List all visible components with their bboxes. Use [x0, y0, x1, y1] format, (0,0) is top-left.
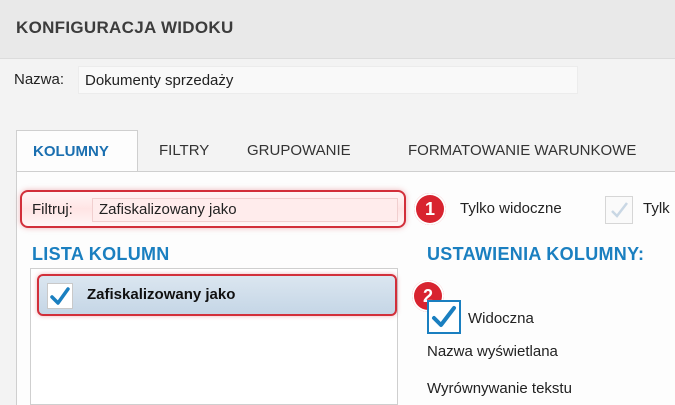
window-title: KONFIGURACJA WIDOKU — [16, 18, 234, 37]
second-option-label[interactable]: Tylk — [643, 200, 670, 217]
columns-list-heading: LISTA KOLUMN — [32, 244, 170, 264]
list-item-checkbox[interactable] — [47, 283, 73, 309]
second-option-checkbox[interactable] — [605, 196, 633, 224]
list-item[interactable]: Zafiskalizowany jako — [37, 274, 397, 316]
title-bar: KONFIGURACJA WIDOKU — [0, 0, 675, 59]
tab-bar: KOLUMNY FILTRY GRUPOWANIE FORMATOWANIE W… — [16, 130, 675, 172]
tab-formatowanie-warunkowe[interactable]: FORMATOWANIE WARUNKOWE — [408, 130, 636, 172]
only-visible-label[interactable]: Tylko widoczne — [460, 200, 562, 217]
name-input[interactable]: Dokumenty sprzedaży — [78, 66, 578, 94]
filter-row: Filtruj: Zafiskalizowany jako Tylko wido… — [0, 190, 675, 230]
filter-label: Filtruj: — [32, 201, 73, 218]
visible-checkbox[interactable] — [427, 300, 461, 334]
list-item-label: Zafiskalizowany jako — [87, 286, 236, 303]
callout-badge-1: 1 — [414, 193, 446, 225]
visible-label: Widoczna — [468, 310, 534, 327]
checkmark-icon — [611, 202, 628, 218]
checkmark-icon — [50, 287, 70, 305]
display-name-label: Nazwa wyświetlana — [427, 343, 558, 360]
filter-highlight: Filtruj: Zafiskalizowany jako — [20, 190, 406, 228]
filter-input[interactable]: Zafiskalizowany jako — [92, 198, 398, 222]
column-settings-heading: USTAWIENIA KOLUMNY: — [427, 244, 645, 264]
text-align-label: Wyrównywanie tekstu — [427, 380, 572, 397]
name-label: Nazwa: — [14, 71, 65, 88]
tab-filtry[interactable]: FILTRY — [159, 130, 209, 172]
tab-grupowanie[interactable]: GRUPOWANIE — [247, 130, 351, 172]
tab-kolumny[interactable]: KOLUMNY — [16, 130, 138, 172]
checkmark-icon — [432, 306, 456, 327]
